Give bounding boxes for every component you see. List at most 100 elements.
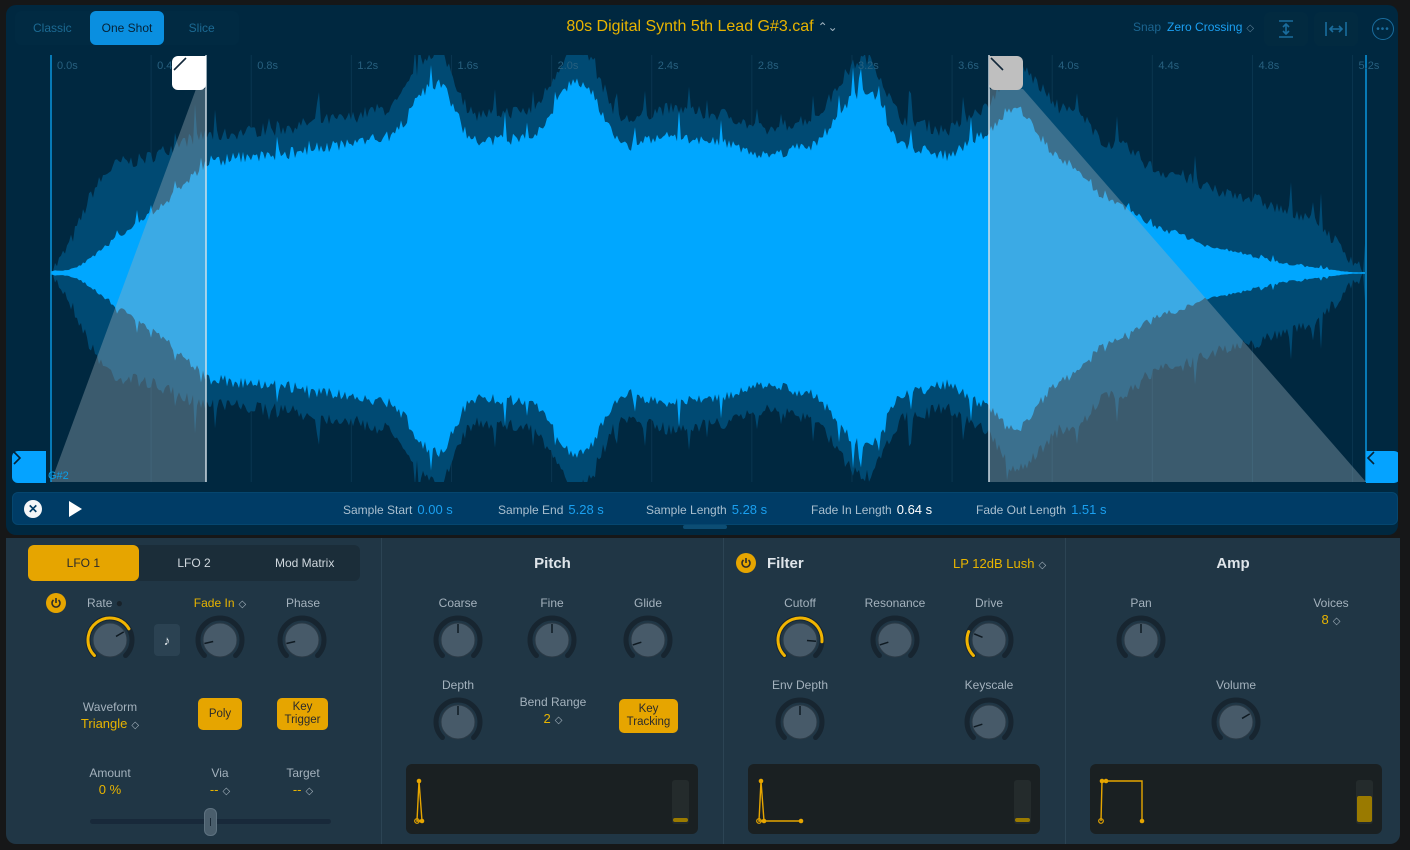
ruler-tick-label: 0.0s <box>57 60 78 72</box>
pitch-envelope-meter <box>672 780 689 824</box>
resonance-knob[interactable] <box>870 615 920 665</box>
drive-knob[interactable] <box>964 615 1014 665</box>
pan-knob[interactable] <box>1116 615 1166 665</box>
tab-lfo-1[interactable]: LFO 1 <box>28 545 139 581</box>
cutoff-knob[interactable] <box>775 615 825 665</box>
snap-value: Zero Crossing <box>1167 20 1243 34</box>
knob-graphic <box>527 615 577 659</box>
info-fade-out-length[interactable]: Fade Out Length 1.51 s <box>976 502 1107 517</box>
snap-selector[interactable]: Snap Zero Crossing ◇ <box>1133 20 1254 34</box>
via-selector[interactable]: -- ◇ <box>210 782 230 797</box>
ruler-tick-label: 0.8s <box>257 60 279 72</box>
voices-selector[interactable]: 8 ◇ <box>1322 612 1341 627</box>
play-icon[interactable] <box>66 500 84 518</box>
amp-envelope-display[interactable] <box>1090 764 1382 834</box>
tempo-sync-button[interactable]: ♪ <box>154 624 180 656</box>
fine-label: Fine <box>540 596 564 610</box>
quick-sampler-window: Classic One Shot Slice 80s Digital Synth… <box>0 0 1410 850</box>
pane-resize-handle[interactable] <box>683 525 727 529</box>
fit-horizontal-button[interactable] <box>1314 12 1358 46</box>
root-note-label: G#2 <box>48 470 69 482</box>
pan-label: Pan <box>1130 596 1152 610</box>
knob-graphic <box>1116 615 1166 659</box>
filter-power-button[interactable] <box>736 553 756 573</box>
knob-graphic <box>775 697 825 741</box>
info-value: 0.64 s <box>896 502 933 517</box>
more-options-button[interactable]: ••• <box>1372 18 1394 40</box>
chevron-right-icon <box>13 451 22 465</box>
sample-start-marker[interactable] <box>12 451 46 483</box>
waveform-display[interactable]: 0.0s 0.4s 0.8s 1.2s 1.6s 2.0s 2.4s 2.8s 3.2s 3.6s… <box>6 55 1398 483</box>
pitch-envelope-curve <box>414 778 425 824</box>
info-fade-in-length[interactable]: Fade In Length 0.64 s <box>811 502 932 517</box>
info-label: Fade In Length <box>811 503 892 517</box>
info-value: 5.28 s <box>568 502 604 517</box>
depth-knob[interactable] <box>433 697 483 747</box>
lfo-tab-bar: LFO 1 LFO 2 Mod Matrix <box>28 545 360 581</box>
filter-panel: Filter LP 12dB Lush ◇ Cutoff Resonance Dr… <box>723 538 1065 844</box>
info-sample-end[interactable]: Sample End 5.28 s <box>498 502 604 517</box>
rate-label: Rate ● <box>87 596 123 610</box>
key-trigger-button[interactable]: Key Trigger <box>277 698 328 730</box>
info-value: 5.28 s <box>731 502 768 517</box>
key-tracking-button[interactable]: Key Tracking <box>619 699 678 733</box>
clear-sample-button[interactable]: ✕ <box>24 500 42 518</box>
tab-lfo-2[interactable]: LFO 2 <box>139 545 250 581</box>
info-sample-start[interactable]: Sample Start 0.00 s <box>343 502 453 517</box>
cutoff-label: Cutoff <box>784 596 816 610</box>
waveform-section: Classic One Shot Slice 80s Digital Synth… <box>6 5 1398 535</box>
glide-knob[interactable] <box>623 615 673 665</box>
pitch-envelope-display[interactable] <box>406 764 698 834</box>
amount-slider-thumb[interactable] <box>204 808 217 836</box>
filter-envelope-curve <box>756 778 804 824</box>
knob-graphic <box>195 615 245 659</box>
snap-label: Snap <box>1133 20 1162 34</box>
lfo-power-button[interactable] <box>46 593 66 613</box>
filter-type-selector[interactable]: LP 12dB Lush ◇ <box>953 556 1046 571</box>
fade-in-knob[interactable] <box>195 615 245 665</box>
amount-value[interactable]: 0 % <box>99 782 121 797</box>
poly-button[interactable]: Poly <box>198 698 242 730</box>
target-selector[interactable]: -- ◇ <box>293 782 313 797</box>
ruler-tick-label: 4.4s <box>1158 60 1180 72</box>
chevron-left-icon <box>1366 451 1375 465</box>
sample-end-marker[interactable] <box>1366 451 1398 483</box>
target-label: Target <box>286 766 320 780</box>
pitch-panel: Pitch Coarse Fine Glide Depth Bend Range… <box>381 538 723 844</box>
knob-graphic <box>964 697 1014 741</box>
depth-label: Depth <box>441 678 475 692</box>
fade-mode-selector[interactable]: Fade In ◇ <box>194 596 246 610</box>
resonance-label: Resonance <box>864 596 926 610</box>
volume-knob[interactable] <box>1211 697 1261 747</box>
knob-graphic <box>775 615 825 659</box>
close-icon: ✕ <box>27 502 39 516</box>
keyscale-knob[interactable] <box>964 697 1014 747</box>
env-depth-label: Env Depth <box>771 678 829 692</box>
via-label: Via <box>211 766 229 780</box>
fade-in-curve-icon <box>173 57 187 71</box>
coarse-knob[interactable] <box>433 615 483 665</box>
info-sample-length[interactable]: Sample Length 5.28 s <box>646 502 767 517</box>
fade-out-handle[interactable] <box>989 56 1023 90</box>
knob-graphic <box>964 615 1014 659</box>
vertical-zoom-button[interactable] <box>1264 12 1308 46</box>
tab-mod-matrix[interactable]: Mod Matrix <box>249 545 360 581</box>
rate-knob[interactable] <box>85 615 135 665</box>
env-depth-knob[interactable] <box>775 697 825 747</box>
filter-envelope-display[interactable] <box>748 764 1040 834</box>
bend-range-label: Bend Range <box>519 695 587 709</box>
info-label: Sample Start <box>343 503 413 517</box>
fit-horizontal-icon <box>1325 22 1347 36</box>
ruler-tick-label: 4.8s <box>1258 60 1280 72</box>
bend-range-selector[interactable]: 2 ◇ <box>544 711 563 726</box>
info-value: 1.51 s <box>1071 502 1107 517</box>
info-label: Fade Out Length <box>976 503 1067 517</box>
ruler-tick-label: 3.6s <box>958 60 979 72</box>
fade-in-handle[interactable] <box>172 56 206 90</box>
voices-label: Voices <box>1313 596 1349 610</box>
phase-knob[interactable] <box>277 615 327 665</box>
waveform-selector[interactable]: Triangle ◇ <box>81 716 139 731</box>
drive-label: Drive <box>974 596 1004 610</box>
amp-envelope-meter <box>1356 780 1373 824</box>
fine-knob[interactable] <box>527 615 577 665</box>
